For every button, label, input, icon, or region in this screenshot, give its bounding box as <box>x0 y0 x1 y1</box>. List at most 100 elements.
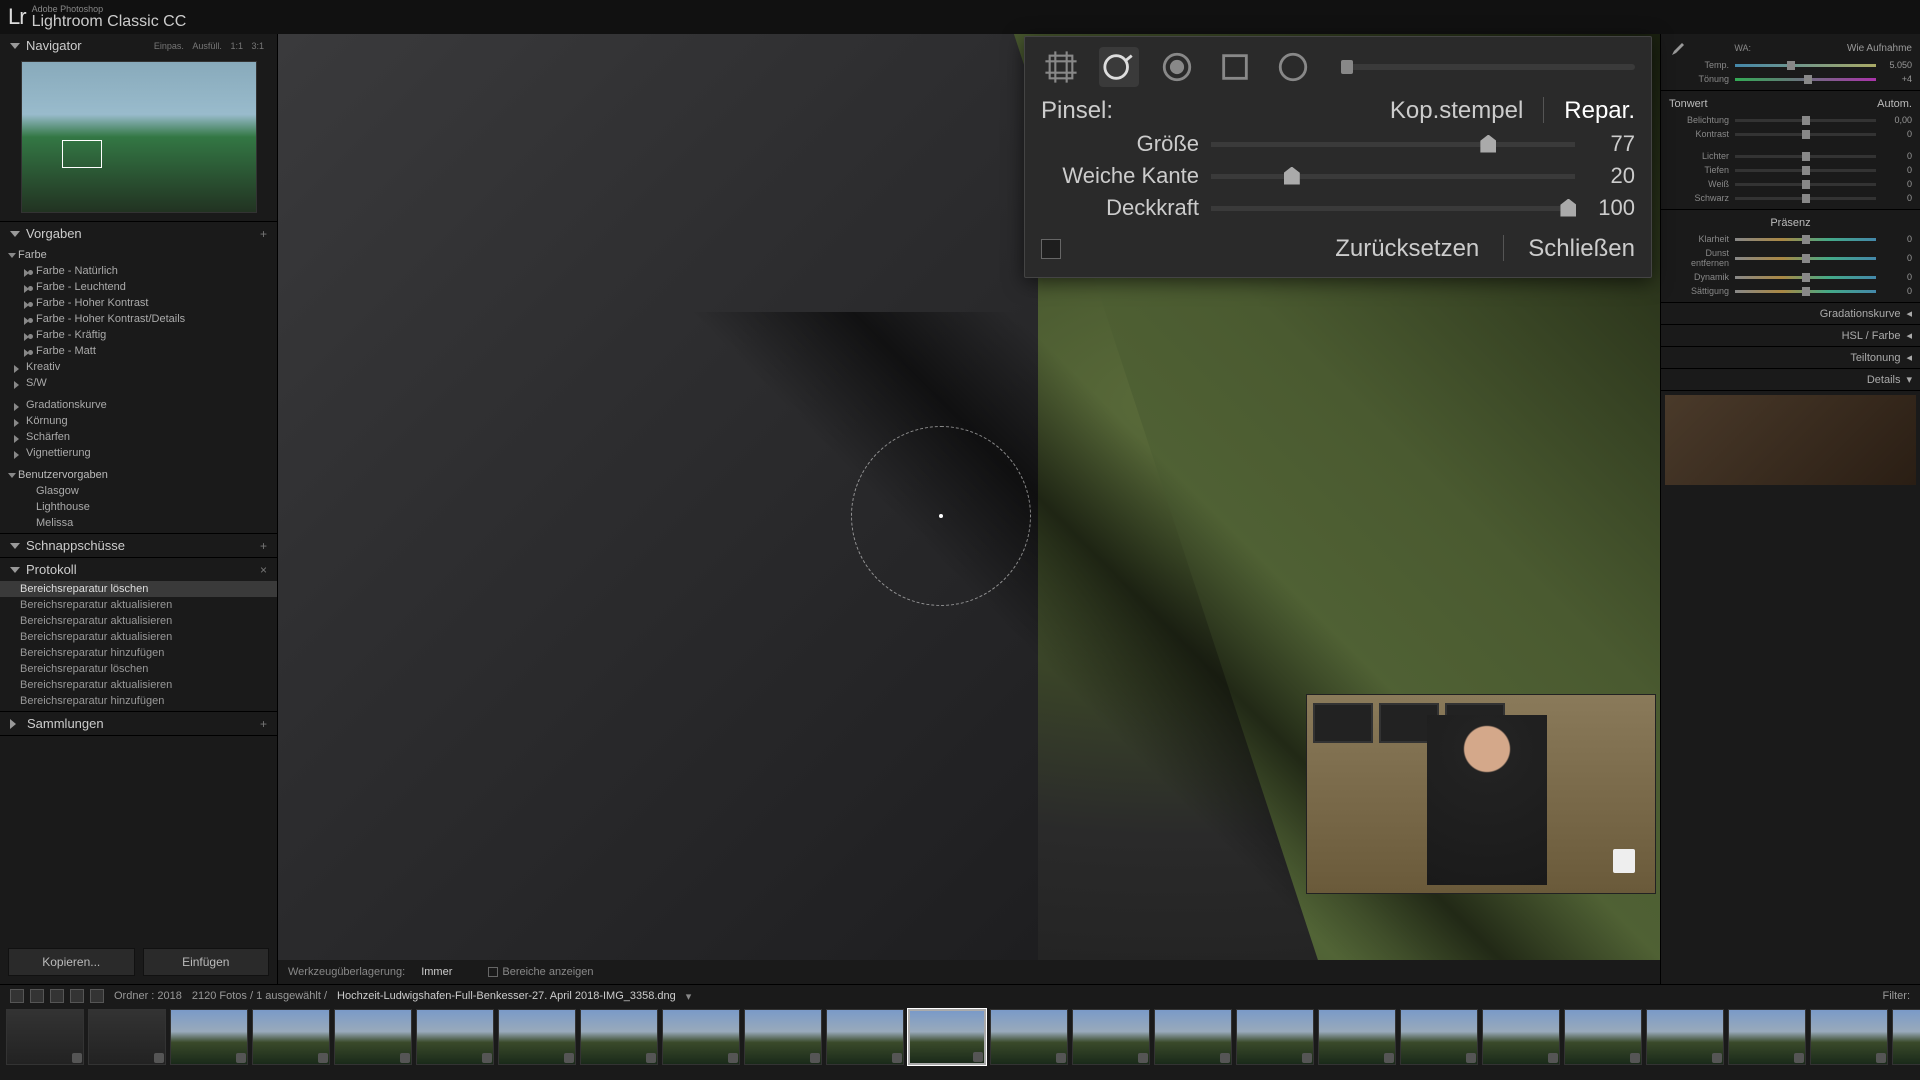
filmstrip-thumb[interactable] <box>498 1009 576 1065</box>
preset-section[interactable]: Schärfen <box>0 429 277 445</box>
navigator-preview[interactable] <box>21 61 257 213</box>
preset-section[interactable]: Gradationskurve <box>0 397 277 413</box>
filmstrip-thumb[interactable] <box>1728 1009 1806 1065</box>
preset-group-farbe[interactable]: Farbe <box>0 247 277 263</box>
details-panel-header[interactable]: Details▾ <box>1661 369 1920 391</box>
develop-slider[interactable] <box>1735 119 1876 122</box>
visualize-spots-checkbox[interactable] <box>1041 239 1061 259</box>
history-header[interactable]: Protokoll × <box>0 558 277 581</box>
filmstrip-thumb[interactable] <box>1236 1009 1314 1065</box>
filmstrip-thumb[interactable] <box>580 1009 658 1065</box>
temp-slider[interactable] <box>1735 64 1876 67</box>
develop-slider[interactable] <box>1735 257 1876 260</box>
filmstrip-thumb[interactable] <box>744 1009 822 1065</box>
preset-item[interactable]: Farbe - Kräftig <box>0 327 277 343</box>
clear-history-icon[interactable]: × <box>260 563 267 577</box>
develop-slider[interactable] <box>1735 155 1876 158</box>
tool-opacity-slider[interactable] <box>1341 64 1635 70</box>
history-item[interactable]: Bereichsreparatur aktualisieren <box>0 677 277 693</box>
develop-slider[interactable] <box>1735 197 1876 200</box>
filmstrip-thumb[interactable] <box>1072 1009 1150 1065</box>
clone-mode-button[interactable]: Kop.stempel <box>1390 97 1523 125</box>
preset-item[interactable]: Farbe - Leuchtend <box>0 279 277 295</box>
develop-slider[interactable] <box>1735 290 1876 293</box>
view-mode-icon[interactable] <box>30 989 44 1003</box>
filmstrip-thumb[interactable] <box>252 1009 330 1065</box>
overlay-value[interactable]: Immer <box>421 966 452 978</box>
add-snapshot-icon[interactable]: + <box>260 539 267 553</box>
preset-item[interactable]: Farbe - Hoher Kontrast <box>0 295 277 311</box>
heal-mode-button[interactable]: Repar. <box>1564 97 1635 125</box>
develop-slider[interactable] <box>1735 169 1876 172</box>
filmstrip-thumb[interactable] <box>6 1009 84 1065</box>
filmstrip-thumb[interactable] <box>1482 1009 1560 1065</box>
history-item[interactable]: Bereichsreparatur löschen <box>0 661 277 677</box>
develop-slider[interactable] <box>1735 183 1876 186</box>
preset-section[interactable]: Vignettierung <box>0 445 277 461</box>
navigator-zoom-options[interactable]: Einpas. Ausfüll. 1:1 3:1 <box>151 41 267 51</box>
collapsed-panel-header[interactable]: Gradationskurve◂ <box>1661 303 1920 325</box>
nav-fwd-icon[interactable] <box>90 989 104 1003</box>
radial-tool-icon[interactable] <box>1273 47 1313 87</box>
develop-slider[interactable] <box>1735 133 1876 136</box>
add-collection-icon[interactable]: + <box>260 717 267 731</box>
view-mode-icon[interactable] <box>10 989 24 1003</box>
paste-button[interactable]: Einfügen <box>143 948 270 976</box>
filmstrip-thumb[interactable] <box>908 1009 986 1065</box>
copy-button[interactable]: Kopieren... <box>8 948 135 976</box>
filmstrip-thumb[interactable] <box>1646 1009 1724 1065</box>
eyedropper-icon[interactable] <box>1669 40 1685 56</box>
brush-slider[interactable] <box>1211 206 1575 211</box>
preset-group-sw[interactable]: S/W <box>0 375 277 391</box>
filmstrip-thumb[interactable] <box>1810 1009 1888 1065</box>
history-item[interactable]: Bereichsreparatur hinzufügen <box>0 693 277 709</box>
collections-header[interactable]: Sammlungen + <box>0 712 277 735</box>
filmstrip-thumb[interactable] <box>88 1009 166 1065</box>
brush-slider[interactable] <box>1211 142 1575 147</box>
filmstrip-thumb[interactable] <box>1318 1009 1396 1065</box>
show-areas-checkbox[interactable]: Bereiche anzeigen <box>488 966 593 978</box>
history-item[interactable]: Bereichsreparatur aktualisieren <box>0 629 277 645</box>
preset-item[interactable]: Lighthouse <box>0 499 277 515</box>
preset-item[interactable]: Farbe - Matt <box>0 343 277 359</box>
grid-icon[interactable] <box>50 989 64 1003</box>
filter-label[interactable]: Filter: <box>1883 990 1911 1002</box>
auto-tone-button[interactable]: Autom. <box>1877 98 1912 110</box>
spot-removal-tool-icon[interactable] <box>1099 47 1139 87</box>
filmstrip-thumb[interactable] <box>1400 1009 1478 1065</box>
filmstrip-thumb[interactable] <box>826 1009 904 1065</box>
history-item[interactable]: Importieren (13.11.18 13:15:50) <box>0 709 277 711</box>
add-preset-icon[interactable]: + <box>260 227 267 241</box>
filmstrip-thumb[interactable] <box>662 1009 740 1065</box>
collapsed-panel-header[interactable]: HSL / Farbe◂ <box>1661 325 1920 347</box>
brush-slider[interactable] <box>1211 174 1575 179</box>
user-presets-header[interactable]: Benutzervorgaben <box>0 467 277 483</box>
close-button[interactable]: Schließen <box>1528 235 1635 263</box>
history-item[interactable]: Bereichsreparatur löschen <box>0 581 277 597</box>
filmstrip-thumb[interactable] <box>1564 1009 1642 1065</box>
redeye-tool-icon[interactable] <box>1157 47 1197 87</box>
collapsed-panel-header[interactable]: Teiltonung◂ <box>1661 347 1920 369</box>
gradient-tool-icon[interactable] <box>1215 47 1255 87</box>
filmstrip-thumb[interactable] <box>334 1009 412 1065</box>
navigator-header[interactable]: Navigator Einpas. Ausfüll. 1:1 3:1 <box>0 34 277 57</box>
history-item[interactable]: Bereichsreparatur hinzufügen <box>0 645 277 661</box>
wb-value[interactable]: Wie Aufnahme <box>1847 43 1912 54</box>
develop-slider[interactable] <box>1735 238 1876 241</box>
preset-item[interactable]: Farbe - Hoher Kontrast/Details <box>0 311 277 327</box>
tint-slider[interactable] <box>1735 78 1876 81</box>
preset-item[interactable]: Farbe - Natürlich <box>0 263 277 279</box>
filmstrip-thumb[interactable] <box>170 1009 248 1065</box>
navigator-viewport-rect[interactable] <box>62 140 102 168</box>
filmstrip-thumb[interactable] <box>990 1009 1068 1065</box>
nav-back-icon[interactable] <box>70 989 84 1003</box>
history-item[interactable]: Bereichsreparatur aktualisieren <box>0 597 277 613</box>
crop-tool-icon[interactable] <box>1041 47 1081 87</box>
snapshots-header[interactable]: Schnappschüsse + <box>0 534 277 557</box>
presets-header[interactable]: Vorgaben + <box>0 222 277 245</box>
preset-group-kreativ[interactable]: Kreativ <box>0 359 277 375</box>
preset-item[interactable]: Melissa <box>0 515 277 531</box>
develop-slider[interactable] <box>1735 276 1876 279</box>
filmstrip-thumb[interactable] <box>416 1009 494 1065</box>
preset-item[interactable]: Glasgow <box>0 483 277 499</box>
